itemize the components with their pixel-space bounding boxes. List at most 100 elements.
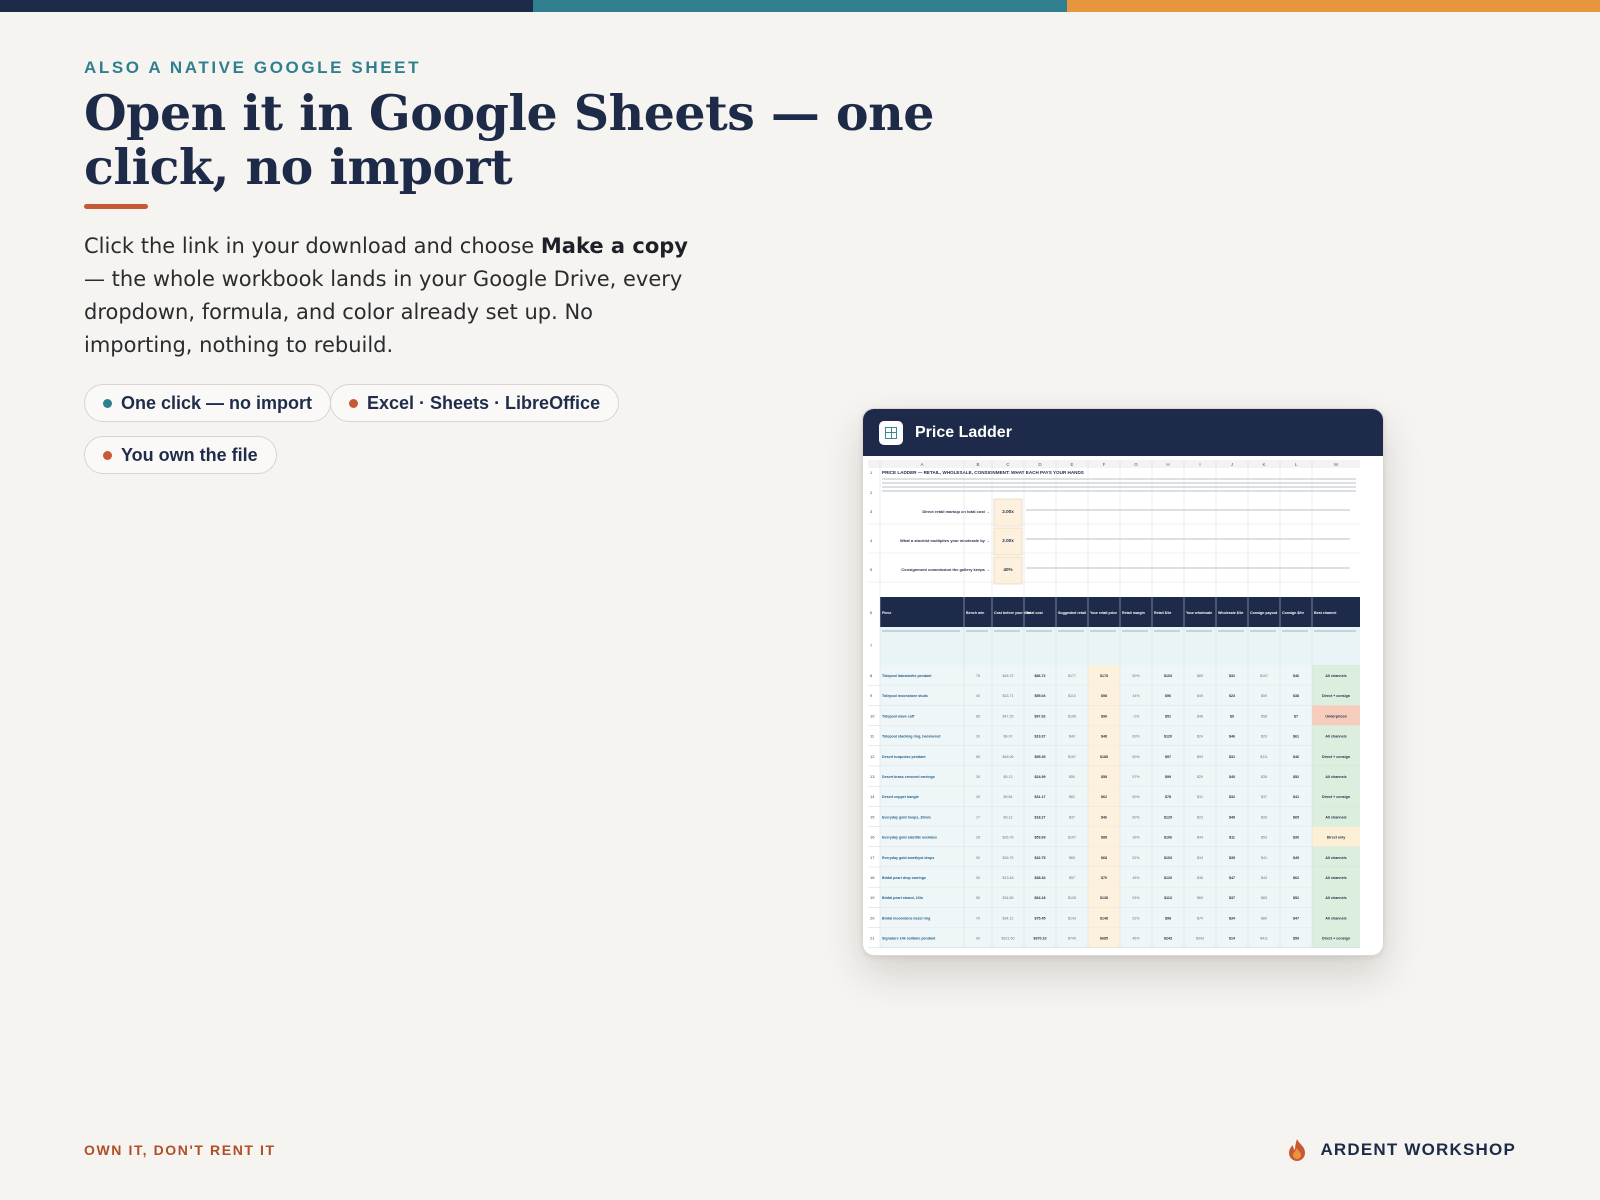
make-a-copy-emphasis: Make a copy	[540, 234, 688, 258]
table-cell: $37	[1229, 896, 1235, 900]
table-cell: $35	[1229, 856, 1235, 860]
best-channel-badge: All channels	[1325, 735, 1346, 739]
table-cell: $69	[1197, 896, 1203, 900]
table-cell: $62	[1101, 795, 1107, 799]
best-channel-badge: All channels	[1325, 775, 1346, 779]
table-cell: $196	[1068, 714, 1076, 718]
table-cell: $53	[1261, 836, 1267, 840]
row-number: 14	[870, 794, 875, 799]
row-number: 5	[870, 567, 873, 572]
table-header-cell: Best channel	[1314, 611, 1336, 615]
body-paragraph: Click the link in your download and choo…	[84, 230, 704, 362]
table-cell: $411	[1260, 937, 1268, 941]
best-channel-badge: Direct only	[1327, 836, 1346, 840]
page-headline: Open it in Google Sheets — one click, no…	[84, 84, 934, 196]
table-cell: 75	[976, 674, 980, 678]
table-cell: $48	[1101, 735, 1107, 739]
table-cell: $343	[1196, 937, 1204, 941]
table-cell: $107	[1068, 836, 1076, 840]
table-cell: $41	[1261, 856, 1267, 860]
table-cell: $78	[1165, 795, 1171, 799]
table-cell: 50%	[1132, 795, 1140, 799]
table-cell: $29	[1261, 735, 1267, 739]
table-cell: $187	[1068, 755, 1076, 759]
table-cell: $59	[1261, 694, 1267, 698]
row-number: 15	[870, 814, 875, 819]
table-cell: $24.99	[1035, 775, 1046, 779]
column-letter: K	[1262, 462, 1265, 467]
table-cell: 50%	[1132, 755, 1140, 759]
sheet-title: PRICE LADDER — RETAIL, WHOLESALE, CONSIG…	[882, 470, 1084, 475]
table-cell: $88	[1101, 836, 1107, 840]
table-cell: 50%	[1132, 674, 1140, 678]
pill-label: Excel · Sheets · LibreOffice	[367, 392, 601, 413]
table-cell: $138	[1100, 896, 1108, 900]
table-cell: $50	[1069, 775, 1075, 779]
setting-value: 2.00x	[1002, 538, 1014, 543]
table-cell: $41	[1293, 795, 1299, 799]
table-cell: 30	[976, 775, 980, 779]
table-cell: Bridal moonstone bezel ring	[882, 916, 930, 920]
row-number: 17	[870, 855, 875, 860]
table-cell: $62	[1069, 795, 1075, 799]
table-cell: $34.85	[1003, 896, 1014, 900]
table-header-cell: Retail margin	[1122, 611, 1145, 615]
column-letter: A	[920, 462, 923, 467]
table-cell: $28	[1261, 815, 1267, 819]
footer-tagline: OWN IT, DON'T RENT IT	[84, 1142, 276, 1158]
best-channel-badge: All channels	[1325, 876, 1346, 880]
table-cell: $110	[1068, 694, 1076, 698]
row-number: 6	[870, 610, 873, 615]
headline-underline	[84, 204, 148, 209]
table-cell: $57	[1069, 876, 1075, 880]
table-cell: 40	[976, 795, 980, 799]
spreadsheet-icon	[879, 420, 903, 445]
table-cell: $120	[1164, 876, 1172, 880]
column-letter: B	[976, 462, 979, 467]
column-header-bar	[868, 460, 1360, 468]
table-cell: $23	[1197, 815, 1203, 819]
table-cell: $32	[1229, 795, 1235, 799]
best-channel-badge: Direct + consign	[1322, 755, 1350, 759]
best-channel-badge: All channels	[1325, 896, 1346, 900]
brand-name: ARDENT WORKSHOP	[1320, 1140, 1516, 1159]
row-number: 7	[870, 643, 873, 648]
table-cell: $26.75	[1003, 856, 1014, 860]
table-cell: 60%	[1132, 815, 1140, 819]
dot-icon	[349, 398, 358, 408]
table-cell: Tidepool moonstone studs	[882, 694, 928, 698]
row-number: 9	[870, 693, 873, 698]
row-number: 3	[870, 509, 873, 514]
table-cell: Desert turquoise pendant	[882, 755, 926, 759]
table-cell: 40	[976, 694, 980, 698]
row-number: 1	[870, 470, 873, 475]
best-channel-badge: Direct + consign	[1322, 795, 1350, 799]
table-cell: 39%	[1132, 836, 1140, 840]
table-cell: $23	[1229, 694, 1235, 698]
table-cell: $0	[1230, 714, 1234, 718]
table-cell: $103	[1164, 674, 1172, 678]
table-cell: $243	[1164, 937, 1172, 941]
table-cell: $98	[1165, 916, 1171, 920]
table-cell: $48	[1197, 714, 1203, 718]
table-cell: $68	[1101, 856, 1107, 860]
table-cell: 52%	[1132, 856, 1140, 860]
table-cell: 60%	[1132, 735, 1140, 739]
table-cell: $59	[1293, 937, 1299, 941]
table-cell: 70	[976, 916, 980, 920]
table-cell: 85	[976, 755, 980, 759]
table-cell: $75.45	[1035, 916, 1046, 920]
table-cell: Tidepool stacking ring, hammered	[882, 735, 940, 739]
table-cell: 90	[976, 937, 980, 941]
table-cell: $40	[1229, 775, 1235, 779]
top-accent-bar	[0, 0, 1600, 12]
table-cell: 17	[976, 815, 980, 819]
best-channel-badge: All channels	[1325, 856, 1346, 860]
row-number: 13	[870, 774, 875, 779]
table-cell: $7	[1294, 714, 1298, 718]
table-cell: $48.72	[1003, 674, 1014, 678]
best-channel-badge: Underpriced	[1325, 714, 1346, 718]
table-cell: $128	[1068, 896, 1076, 900]
table-cell: $62	[1293, 876, 1299, 880]
feature-pill-one-click: One click — no import	[84, 384, 332, 422]
